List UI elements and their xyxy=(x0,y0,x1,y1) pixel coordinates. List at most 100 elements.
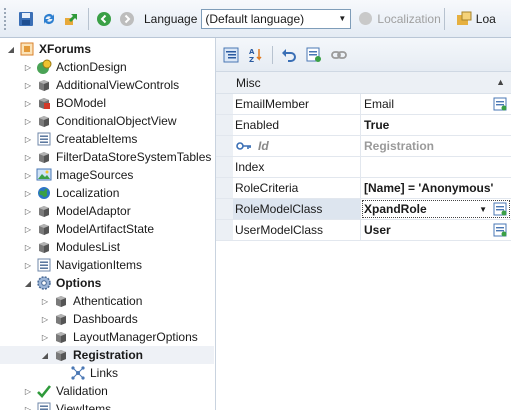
tree-item-creatableitems[interactable]: ▷ CreatableItems xyxy=(0,130,214,148)
tree-item-actiondesign[interactable]: ▷ ActionDesign xyxy=(0,58,214,76)
property-row-index[interactable]: Index xyxy=(216,157,511,178)
property-value-cell[interactable]: True xyxy=(361,115,511,135)
property-name-cell[interactable]: Enabled xyxy=(233,115,361,135)
globe-icon xyxy=(36,185,52,201)
collapse-node-icon[interactable]: ◢ xyxy=(40,346,50,364)
expand-node-icon[interactable]: ▷ xyxy=(23,112,33,130)
tree-item-filterdatastoresystemtables[interactable]: ▷ FilterDataStoreSystemTables xyxy=(0,148,214,166)
open-editor-icon[interactable] xyxy=(492,201,508,217)
collapse-node-icon[interactable]: ◢ xyxy=(23,274,33,292)
expand-node-icon[interactable]: ▷ xyxy=(23,400,33,410)
tree-item-links[interactable]: Links xyxy=(0,364,214,382)
svg-text:A: A xyxy=(249,48,255,56)
tree-item-athentication[interactable]: ▷ Athentication xyxy=(0,292,214,310)
cube-icon xyxy=(36,239,52,255)
load-button[interactable]: Loa xyxy=(456,11,496,27)
expand-node-icon[interactable]: ▷ xyxy=(23,76,33,94)
expand-node-icon[interactable]: ▷ xyxy=(23,382,33,400)
tree-item-dashboards[interactable]: ▷ Dashboards xyxy=(0,310,214,328)
link-icon[interactable] xyxy=(330,46,348,64)
tree-item-navigationitems[interactable]: ▷ NavigationItems xyxy=(0,256,214,274)
expand-node-icon[interactable]: ▷ xyxy=(23,238,33,256)
tree-item-label: NavigationItems xyxy=(56,258,143,272)
property-name-cell[interactable]: Id xyxy=(233,136,361,156)
tree-item-label: Athentication xyxy=(73,294,143,308)
tree-item-viewitems[interactable]: ▷ ViewItems xyxy=(0,400,214,410)
language-label: Language xyxy=(144,11,198,26)
property-name-cell[interactable]: EmailMember xyxy=(233,94,361,114)
expand-node-icon[interactable]: ▷ xyxy=(40,292,50,310)
expand-node-icon[interactable]: ▷ xyxy=(23,148,33,166)
property-row-rolecriteria[interactable]: RoleCriteria [Name] = 'Anonymous' xyxy=(216,178,511,199)
property-value-cell[interactable] xyxy=(361,157,511,177)
property-row-usermodelclass[interactable]: UserModelClass User xyxy=(216,220,511,241)
property-value-cell[interactable]: [Name] = 'Anonymous' xyxy=(361,178,511,198)
navigate-forward-icon[interactable] xyxy=(117,9,137,29)
categorized-view-icon[interactable] xyxy=(222,46,240,64)
property-row-enabled[interactable]: Enabled True xyxy=(216,115,511,136)
tree-item-label: ImageSources xyxy=(56,168,134,182)
property-name-cell[interactable]: RoleModelClass xyxy=(233,199,361,219)
tree-item-label: Dashboards xyxy=(73,312,138,326)
expand-node-icon[interactable]: ▷ xyxy=(23,184,33,202)
open-editor-icon[interactable] xyxy=(492,222,508,238)
expand-node-icon[interactable]: ▷ xyxy=(23,202,33,220)
chevron-down-icon[interactable]: ▼ xyxy=(334,10,350,28)
property-editor-icon[interactable] xyxy=(305,46,323,64)
undo-icon[interactable] xyxy=(280,46,298,64)
list-icon xyxy=(36,401,52,410)
property-name-cell[interactable]: RoleCriteria xyxy=(233,178,361,198)
save-icon[interactable] xyxy=(16,9,36,29)
language-select[interactable]: (Default language) ▼ xyxy=(201,8,352,29)
expand-node-icon[interactable]: ▷ xyxy=(23,220,33,238)
property-value-cell[interactable]: Registration xyxy=(361,136,511,156)
tree-item-label: CreatableItems xyxy=(56,132,138,146)
navigate-back-icon[interactable] xyxy=(94,9,114,29)
property-value-cell[interactable]: Email xyxy=(361,94,511,114)
toolbar-separator xyxy=(443,7,445,30)
bomodel-icon xyxy=(36,95,52,111)
expand-node-icon[interactable]: ▷ xyxy=(23,130,33,148)
tree-item-moduleslist[interactable]: ▷ ModulesList xyxy=(0,238,214,256)
chevron-down-icon[interactable]: ▼ xyxy=(479,205,487,214)
category-header-misc[interactable]: Misc ▲ xyxy=(216,72,511,94)
tree-item-modelartifactstate[interactable]: ▷ ModelArtifactState xyxy=(0,220,214,238)
property-gutter xyxy=(216,157,233,177)
expand-node-icon[interactable]: ▷ xyxy=(23,166,33,184)
tree-item-label: Registration xyxy=(73,348,144,362)
tree-item-registration[interactable]: ◢ Registration xyxy=(0,346,214,364)
merge-differences-icon[interactable] xyxy=(62,9,82,29)
tree-item-validation[interactable]: ▷ Validation xyxy=(0,382,214,400)
open-editor-icon[interactable] xyxy=(492,96,508,112)
expand-node-icon[interactable]: ▷ xyxy=(23,58,33,76)
property-row-id[interactable]: Id Registration xyxy=(216,136,511,157)
property-row-rolemodelclass[interactable]: RoleModelClass XpandRole ▼ xyxy=(216,199,511,220)
tree-item-xforums[interactable]: ◢ XForums xyxy=(0,40,214,58)
tree-item-options[interactable]: ◢ Options xyxy=(0,274,214,292)
property-name: EmailMember xyxy=(235,97,310,111)
expand-node-icon[interactable]: ▷ xyxy=(23,256,33,274)
toolbar-grip[interactable] xyxy=(4,7,8,30)
expand-node-icon[interactable]: ▷ xyxy=(40,328,50,346)
expand-node-icon[interactable]: ▷ xyxy=(23,94,33,112)
property-row-emailmember[interactable]: EmailMember Email xyxy=(216,94,511,115)
sort-alphabetical-icon[interactable]: AZ xyxy=(247,46,265,64)
tree-item-imagesources[interactable]: ▷ ImageSources xyxy=(0,166,214,184)
localization-button[interactable]: Localization xyxy=(359,12,441,26)
tree-item-localization[interactable]: ▷ Localization xyxy=(0,184,214,202)
collapse-category-icon[interactable]: ▲ xyxy=(496,77,505,87)
tree-item-bomodel[interactable]: ▷ BOModel xyxy=(0,94,214,112)
property-name-cell[interactable]: UserModelClass xyxy=(233,220,361,240)
tree-item-additionalviewcontrols[interactable]: ▷ AdditionalViewControls xyxy=(0,76,214,94)
collapse-node-icon[interactable]: ◢ xyxy=(6,40,16,58)
tree-item-layoutmanageroptions[interactable]: ▷ LayoutManagerOptions xyxy=(0,328,214,346)
expand-node-icon[interactable]: ▷ xyxy=(40,310,50,328)
refresh-icon[interactable] xyxy=(39,9,59,29)
property-name: Id xyxy=(258,139,269,153)
property-name-cell[interactable]: Index xyxy=(233,157,361,177)
model-tree[interactable]: ◢ XForums ▷ ActionDesign ▷ AdditionalViewCont… xyxy=(0,38,216,410)
property-value-cell[interactable]: XpandRole ▼ xyxy=(361,199,511,219)
property-value-cell[interactable]: User xyxy=(361,220,511,240)
tree-item-modeladaptor[interactable]: ▷ ModelAdaptor xyxy=(0,202,214,220)
tree-item-conditionalobjectview[interactable]: ▷ ConditionalObjectView xyxy=(0,112,214,130)
